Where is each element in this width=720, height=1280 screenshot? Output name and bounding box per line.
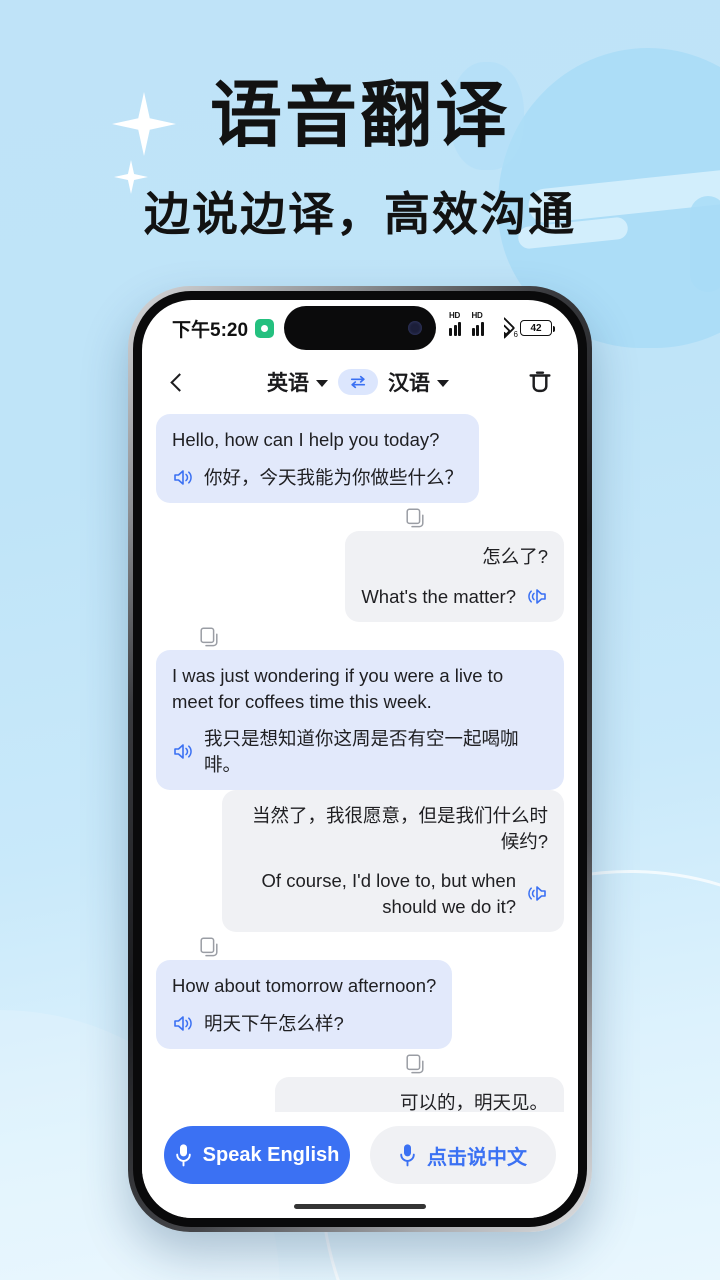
wifi-generation-label: 6 [513,330,518,339]
message-translation-text: 我只是想知道你这周是否有空一起喝咖啡。 [204,728,519,775]
phone-screen: 下午5:20 HD HD 6 42 英语 汉语 Hello, how can I… [142,300,578,1218]
target-language-label: 汉语 [388,372,430,395]
chevron-down-icon [316,380,328,387]
message-source-text: How about tomorrow afternoon? [172,975,437,997]
message-row: I was just wondering if you were a live … [156,650,564,791]
battery-level-label: 42 [530,322,542,334]
message-translation-line: Of course, I'd love to, but when should … [238,868,548,919]
phone-bezel: 下午5:20 HD HD 6 42 英语 汉语 Hello, how can I… [133,291,587,1227]
promo-headline: 语音翻译 边说边译，高效沟通 [0,76,720,244]
chat-bubble-outgoing[interactable]: 当然了，我很愿意，但是我们什么时候约? Of course, I'd love … [222,790,564,933]
speaker-icon[interactable] [172,1014,194,1033]
chevron-down-icon [437,380,449,387]
front-camera-icon [408,321,422,335]
chat-bubble-incoming[interactable]: How about tomorrow afternoon? 明天下午怎么样? [156,960,453,1050]
wifi-icon: 6 [492,316,518,340]
message-translation-text: 明天下午怎么样? [204,1012,344,1034]
green-app-badge-icon [255,318,275,338]
message-translation-text: Of course, I'd love to, but when should … [261,870,516,917]
status-bar: 下午5:20 HD HD 6 42 [142,300,578,356]
message-row: How about tomorrow afternoon? 明天下午怎么样? [156,960,564,1077]
copy-icon[interactable] [200,937,220,958]
copy-icon[interactable] [406,508,426,529]
message-translation-line: 我只是想知道你这周是否有空一起喝咖啡。 [172,726,548,777]
phone-mockup: 下午5:20 HD HD 6 42 英语 汉语 Hello, how can I… [128,286,592,1232]
message-actions [156,622,564,650]
speaker-icon[interactable] [526,587,548,606]
promo-title: 语音翻译 [209,76,510,156]
message-actions [156,1049,564,1077]
trash-icon[interactable] [526,368,554,396]
message-row: 当然了，我很愿意，但是我们什么时候约? Of course, I'd love … [156,790,564,960]
speak-action-bar: Speak English 点击说中文 [142,1112,578,1218]
hd-label-1: HD [449,311,460,320]
message-actions [156,503,564,531]
chat-bubble-outgoing[interactable]: 可以的，明天见。 Yeah, I'll see you tomorrow. [275,1077,564,1112]
microphone-icon [400,1144,415,1167]
speaker-icon[interactable] [526,884,548,903]
chat-bubble-incoming[interactable]: I was just wondering if you were a live … [156,650,564,791]
speaker-icon[interactable] [172,742,194,761]
dynamic-island [284,306,436,350]
chat-bubble-outgoing[interactable]: 怎么了? What's the matter? [345,531,564,623]
message-source-text: 当然了，我很愿意，但是我们什么时候约? [251,805,548,852]
swap-arrows-icon [350,375,366,389]
speak-chinese-button[interactable]: 点击说中文 [370,1126,556,1184]
message-row: 可以的，明天见。 Yeah, I'll see you tomorrow. [156,1077,564,1112]
conversation-list: Hello, how can I help you today? 你好，今天我能… [142,408,578,1112]
promo-subtitle: 边说边译，高效沟通 [144,187,576,240]
microphone-icon [175,1144,191,1167]
speak-english-label: Speak English [202,1143,340,1166]
speak-chinese-label: 点击说中文 [427,1146,527,1169]
status-bar-right: HD HD 6 42 [449,311,556,340]
message-translation-line: 你好，今天我能为你做些什么？ [172,465,463,491]
speak-english-button[interactable]: Speak English [164,1126,350,1184]
home-indicator [294,1204,426,1209]
message-translation-text: 你好，今天我能为你做些什么？ [204,466,464,488]
swap-languages-button[interactable] [338,369,378,395]
chevron-left-icon[interactable] [164,369,190,395]
source-language-button[interactable]: 英语 [267,367,328,397]
target-language-button[interactable]: 汉语 [388,367,449,397]
message-row: 怎么了? What's the matter? [156,531,564,650]
status-bar-left: 下午5:20 [172,315,275,342]
message-row: Hello, how can I help you today? 你好，今天我能… [156,414,564,531]
signal-bars-1-icon: HD [449,311,466,336]
message-translation-text: What's the matter? [361,585,516,607]
signal-bars-2-icon: HD [471,311,489,336]
message-translation-line: 明天下午怎么样? [172,1011,436,1037]
speaker-icon[interactable] [172,468,194,487]
message-source-text: 怎么了? [482,546,548,568]
message-translation-line: What's the matter? [361,584,548,610]
language-selector: 英语 汉语 [200,367,516,397]
hd-label-2: HD [471,311,483,320]
copy-icon[interactable] [406,1054,426,1075]
message-actions [156,932,564,960]
status-bar-time: 下午5:20 [172,319,249,341]
copy-icon[interactable] [200,627,220,648]
chat-bubble-incoming[interactable]: Hello, how can I help you today? 你好，今天我能… [156,414,480,504]
app-header: 英语 汉语 [142,356,578,408]
source-language-label: 英语 [267,372,309,395]
message-source-text: I was just wondering if you were a live … [172,665,504,712]
battery-icon: 42 [520,320,556,336]
message-source-text: Hello, how can I help you today? [172,429,440,450]
message-source-text: 可以的，明天见。 [399,1092,548,1112]
